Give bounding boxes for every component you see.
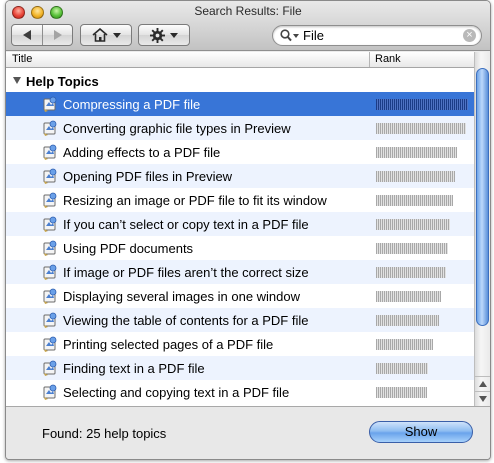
help-topic-icon <box>43 360 57 376</box>
help-topic-icon <box>43 264 57 280</box>
rank-bar <box>376 99 468 110</box>
navigation-segmented-control <box>11 24 73 46</box>
list-item-label: Converting graphic file types in Preview <box>63 121 291 136</box>
chevron-down-icon <box>112 32 121 38</box>
list-item[interactable]: If you can’t select or copy text in a PD… <box>6 212 474 236</box>
chevron-down-icon <box>170 32 178 38</box>
group-help-topics[interactable]: Help Topics <box>6 70 474 92</box>
window-title: Search Results: File <box>194 4 302 18</box>
rank-bar <box>376 243 448 254</box>
help-topic-icon <box>43 216 57 232</box>
help-viewer-window: Search Results: File File × Title Rank H… <box>5 0 491 460</box>
column-header: Title Rank <box>6 52 474 68</box>
list-item[interactable]: Compressing a PDF file <box>6 92 474 116</box>
help-topic-icon <box>43 192 57 208</box>
list-item-label: Selecting and copying text in a PDF file <box>63 385 290 400</box>
help-topic-icon <box>43 120 57 136</box>
list-item-label: Printing selected pages of a PDF file <box>63 337 274 352</box>
back-arrow-icon <box>23 30 31 40</box>
rank-bar <box>376 315 439 326</box>
list-item-label: Displaying several images in one window <box>63 289 301 304</box>
list-item-label: Finding text in a PDF file <box>63 361 205 376</box>
rank-bar <box>376 291 441 302</box>
help-topic-icon <box>43 240 57 256</box>
clear-search-icon[interactable]: × <box>463 29 476 42</box>
disclosure-triangle-icon[interactable] <box>13 77 21 84</box>
scroll-down-button[interactable] <box>475 391 490 406</box>
vertical-scrollbar[interactable] <box>474 52 490 406</box>
rank-bar <box>376 219 450 230</box>
help-topic-icon <box>43 144 57 160</box>
search-input[interactable] <box>303 27 453 44</box>
home-icon <box>91 28 108 42</box>
list-item-label: Viewing the table of contents for a PDF … <box>63 313 309 328</box>
results-list: Help Topics Compressing a PDF file Conver… <box>6 68 474 406</box>
scroll-arrows <box>475 376 490 406</box>
list-item[interactable]: Using PDF documents <box>6 236 474 260</box>
rank-bar <box>376 195 453 206</box>
results-count: Found: 25 help topics <box>42 426 167 441</box>
list-item[interactable]: Resizing an image or PDF file to fit its… <box>6 188 474 212</box>
help-topic-icon <box>43 96 57 112</box>
help-topic-icon <box>43 168 57 184</box>
list-item[interactable]: Finding text in a PDF file <box>6 356 474 380</box>
action-menu-button[interactable] <box>138 24 190 46</box>
list-item[interactable]: Converting graphic file types in Preview <box>6 116 474 140</box>
status-bar: Found: 25 help topics Show <box>6 406 490 459</box>
rank-bar <box>376 267 446 278</box>
column-header-title[interactable]: Title <box>12 53 32 65</box>
scroll-up-arrow-icon <box>478 381 487 387</box>
list-item-label: If image or PDF files aren’t the correct… <box>63 265 309 280</box>
search-icon <box>280 29 292 42</box>
rank-bar <box>376 147 457 158</box>
help-topic-icon <box>43 336 57 352</box>
list-item[interactable]: Displaying several images in one window <box>6 284 474 308</box>
column-header-rank[interactable]: Rank <box>369 52 401 67</box>
scroll-down-arrow-icon <box>478 396 487 402</box>
gear-icon <box>150 27 165 43</box>
rank-bar <box>376 363 428 374</box>
help-topic-icon <box>43 384 57 400</box>
list-item[interactable]: Viewing the table of contents for a PDF … <box>6 308 474 332</box>
show-button[interactable]: Show <box>369 421 473 443</box>
rank-bar <box>376 387 427 398</box>
list-item-label: Compressing a PDF file <box>63 97 201 112</box>
list-item[interactable]: If image or PDF files aren’t the correct… <box>6 260 474 284</box>
list-item[interactable]: Opening PDF files in Preview <box>6 164 474 188</box>
titlebar: Search Results: File File × <box>6 1 490 51</box>
list-item-label: If you can’t select or copy text in a PD… <box>63 217 309 232</box>
forward-arrow-icon <box>53 30 62 40</box>
search-field[interactable]: × <box>272 25 482 46</box>
rank-bar <box>376 339 433 350</box>
list-item[interactable]: Selecting and copying text in a PDF file <box>6 380 474 404</box>
group-label: Help Topics <box>26 74 99 89</box>
back-button[interactable] <box>12 25 42 45</box>
list-item-label: Adding effects to a PDF file <box>63 145 221 160</box>
list-item-label: Opening PDF files in Preview <box>63 169 233 184</box>
rank-bar <box>376 123 466 134</box>
scroll-up-button[interactable] <box>475 376 490 391</box>
rank-bar <box>376 171 455 182</box>
scrollbar-thumb[interactable] <box>476 68 489 326</box>
search-options-chevron-icon[interactable] <box>293 34 299 38</box>
help-topic-icon <box>43 312 57 328</box>
list-item-label: Resizing an image or PDF file to fit its… <box>63 193 327 208</box>
list-item[interactable]: Adding effects to a PDF file <box>6 140 474 164</box>
home-menu-button[interactable] <box>80 24 132 46</box>
list-item-label: Using PDF documents <box>63 241 194 256</box>
forward-button[interactable] <box>42 25 72 45</box>
help-topic-icon <box>43 288 57 304</box>
list-item[interactable]: Printing selected pages of a PDF file <box>6 332 474 356</box>
